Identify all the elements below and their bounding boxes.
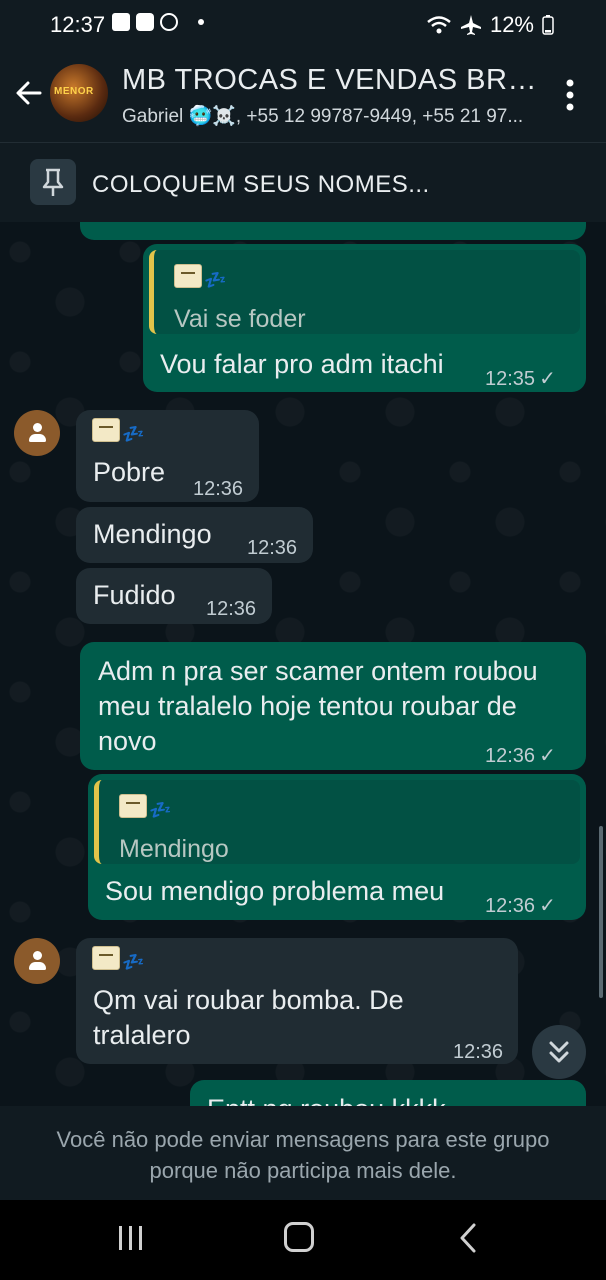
message-bubble-partial[interactable] [80, 222, 586, 240]
more-vert-icon[interactable] [562, 78, 578, 112]
message-time: 12:36 [206, 598, 257, 620]
zzz-icon: 💤 [149, 800, 172, 820]
arrow-left-icon[interactable] [14, 78, 44, 108]
message-text: Adm n pra ser scamer ontem roubou meu tr… [98, 656, 538, 756]
sent-check-icon: ✓ [539, 895, 556, 917]
wifi-icon [427, 16, 451, 34]
quoted-message[interactable]: 💤 Vai se foder [149, 250, 580, 334]
sender-name[interactable]: 💤 [92, 946, 145, 972]
message-meta: 12:36 ✓ [485, 889, 556, 924]
airplane-icon [460, 15, 481, 35]
zzz-icon: 💤 [122, 424, 145, 444]
message-list[interactable]: 💤 Vai se foder Vou falar pro adm itachi … [0, 222, 606, 1106]
system-nav-bar [0, 1200, 606, 1280]
not-participant-text: Você não pode enviar mensagens para este… [56, 1127, 550, 1183]
message-text: Sou mendigo problema meu [105, 876, 445, 906]
group-title[interactable]: MB TROCAS E VENDAS BRAI... [122, 64, 542, 97]
pin-icon [30, 159, 76, 205]
app-icon [136, 13, 154, 31]
message-time: 12:36 [485, 745, 536, 767]
quoted-sender: 💤 [119, 794, 172, 820]
group-members[interactable]: Gabriel 🥶☠️, +55 12 99787-9449, +55 21 9… [122, 104, 542, 128]
chat-header: MENOR MB TROCAS E VENDAS BRAI... Gabriel… [0, 48, 606, 142]
chevron-double-down-icon [549, 1041, 569, 1063]
message-bubble-out[interactable]: Adm n pra ser scamer ontem roubou meu tr… [80, 642, 586, 770]
battery-percent: 12% [489, 12, 534, 37]
message-text: Mendingo [93, 519, 212, 549]
message-time: 12:36 [193, 478, 244, 500]
message-meta: 12:36 ✓ [485, 739, 556, 774]
message-time: 12:36 [485, 895, 536, 917]
group-avatar[interactable]: MENOR [50, 64, 108, 122]
quoted-text: Mendingo [119, 835, 229, 863]
sender-emoji-icon [92, 946, 120, 970]
message-time: 12:36 [453, 1041, 504, 1063]
status-right: 12% [426, 12, 554, 38]
battery-icon [542, 15, 554, 35]
status-time: 12:37 [50, 12, 106, 37]
sent-check-icon: ✓ [539, 368, 556, 390]
sent-check-icon: ✓ [539, 745, 556, 767]
contact-avatar[interactable] [14, 938, 60, 984]
not-participant-banner: Você não pode enviar mensagens para este… [0, 1106, 606, 1200]
message-text: Vou falar pro adm itachi [160, 349, 444, 379]
more-notifications-dot-icon [198, 19, 204, 25]
message-time: 12:35 [485, 368, 536, 390]
sender-emoji-icon [92, 418, 120, 442]
gallery-icon [112, 13, 130, 31]
quoted-message[interactable]: 💤 Mendingo [94, 780, 580, 864]
pinned-text: COLOQUEM SEUS NOMES... [92, 171, 430, 198]
message-bubble-out[interactable]: Entt ng roubou kkkk [190, 1080, 586, 1106]
status-bar: 12:37 12% [0, 0, 606, 48]
quoted-text: Vai se foder [174, 305, 306, 333]
message-bubble-out[interactable]: 💤 Mendingo Sou mendigo problema meu 12:3… [88, 774, 586, 920]
sender-name[interactable]: 💤 [92, 418, 145, 444]
scroll-to-bottom-button[interactable] [532, 1025, 586, 1079]
notification-icons [112, 13, 204, 31]
message-meta: 12:35 ✓ [485, 362, 556, 397]
sender-emoji-icon [174, 264, 202, 288]
message-text: Entt ng roubou kkkk [207, 1092, 446, 1106]
message-bubble-in[interactable]: Fudido 12:36 [76, 568, 272, 624]
message-text: Fudido [93, 580, 176, 610]
sender-emoji-icon [119, 794, 147, 818]
home-icon[interactable] [284, 1222, 314, 1252]
back-chevron-icon[interactable] [456, 1222, 480, 1254]
message-text: Qm vai roubar bomba. De tralalero [93, 985, 404, 1050]
recent-apps-icon[interactable] [116, 1224, 146, 1252]
quoted-sender: 💤 [174, 264, 227, 290]
zzz-icon: 💤 [204, 270, 227, 290]
group-avatar-text: MENOR [54, 86, 94, 97]
message-bubble-in[interactable]: Mendingo 12:36 [76, 507, 313, 563]
contact-avatar[interactable] [14, 410, 60, 456]
whatsapp-icon [160, 13, 178, 31]
scrollbar-thumb[interactable] [599, 826, 603, 998]
message-bubble-in[interactable]: 💤 Pobre 12:36 [76, 410, 259, 502]
pinned-message-bar[interactable]: COLOQUEM SEUS NOMES... [0, 142, 606, 222]
message-text: Pobre [93, 457, 166, 487]
zzz-icon: 💤 [122, 952, 145, 972]
message-bubble-out[interactable]: 💤 Vai se foder Vou falar pro adm itachi … [143, 244, 586, 392]
message-bubble-in[interactable]: 💤 Qm vai roubar bomba. De tralalero 12:3… [76, 938, 518, 1064]
message-time: 12:36 [247, 537, 298, 559]
